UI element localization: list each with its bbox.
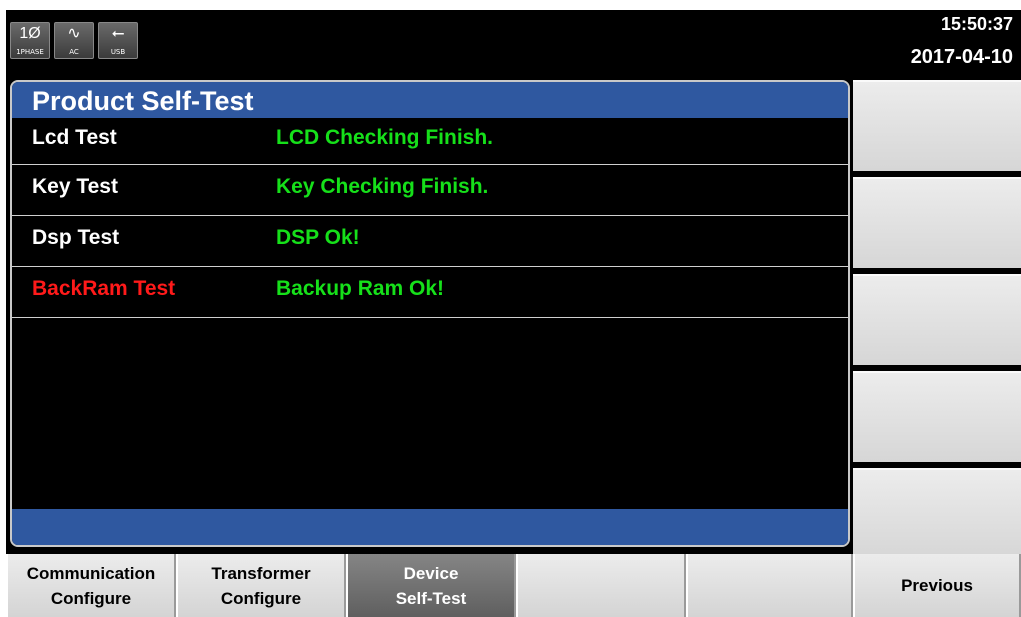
- usb-icon: ⭠ USB: [98, 22, 138, 59]
- previous-button[interactable]: Previous: [853, 554, 1021, 617]
- test-result: LCD Checking Finish.: [276, 126, 494, 149]
- test-name: Dsp Test: [32, 226, 120, 249]
- phase-icon-glyph: 1Ø: [19, 25, 41, 42]
- fkey-label-line2: Configure: [50, 588, 132, 608]
- usb-icon-caption: USB: [110, 48, 126, 56]
- communication-configure-button[interactable]: Communication Configure: [6, 554, 176, 617]
- status-icons: 1Ø 1PHASE ∿ AC ⭠ USB: [10, 22, 138, 59]
- softkey-1[interactable]: [853, 80, 1021, 171]
- softkey-column: [853, 80, 1021, 565]
- panel-title: Product Self-Test: [12, 82, 848, 118]
- softkey-2[interactable]: [853, 177, 1021, 268]
- clock: 15:50:37 2017-04-10: [911, 12, 1013, 72]
- fkey-label-line1: Transformer: [211, 563, 311, 583]
- fkey-label-line2: Self-Test: [395, 588, 467, 608]
- ac-wave-icon-glyph: ∿: [67, 25, 81, 42]
- instrument-screen: 1Ø 1PHASE ∿ AC ⭠ USB 15:50:37 2017-04-10…: [6, 10, 1021, 617]
- test-row-lcd: Lcd Test LCD Checking Finish.: [12, 118, 848, 165]
- softkey-5[interactable]: [853, 468, 1021, 559]
- test-result: Key Checking Finish.: [276, 175, 489, 198]
- ac-wave-icon: ∿ AC: [54, 22, 94, 59]
- fkey-label-line1: Communication: [26, 563, 156, 583]
- test-row-key: Key Test Key Checking Finish.: [12, 165, 848, 216]
- softkey-4[interactable]: [853, 371, 1021, 462]
- status-bar: 1Ø 1PHASE ∿ AC ⭠ USB 15:50:37 2017-04-10: [6, 10, 1021, 78]
- softkey-3[interactable]: [853, 274, 1021, 365]
- clock-date: 2017-04-10: [910, 46, 1013, 68]
- usb-icon-glyph: ⭠: [111, 25, 125, 42]
- transformer-configure-button[interactable]: Transformer Configure: [176, 554, 346, 617]
- fkey-label-line1: Previous: [901, 576, 973, 595]
- device-self-test-button[interactable]: Device Self-Test: [346, 554, 516, 617]
- ac-wave-icon-caption: AC: [69, 48, 79, 56]
- self-test-panel: Product Self-Test Lcd Test LCD Checking …: [10, 80, 850, 547]
- test-name: BackRam Test: [32, 277, 176, 300]
- test-result: Backup Ram Ok!: [276, 277, 445, 300]
- test-name: Key Test: [32, 175, 118, 198]
- test-result: DSP Ok!: [276, 226, 360, 249]
- fkey-5-button[interactable]: [686, 554, 853, 617]
- fkey-label-line1: Device: [403, 563, 459, 583]
- test-row-backram: BackRam Test Backup Ram Ok!: [12, 267, 848, 318]
- test-name: Lcd Test: [32, 126, 117, 149]
- function-key-bar: Communication Configure Transformer Conf…: [6, 554, 1021, 617]
- phase-icon-caption: 1PHASE: [16, 48, 44, 56]
- phase-icon: 1Ø 1PHASE: [10, 22, 50, 59]
- test-row-dsp: Dsp Test DSP Ok!: [12, 216, 848, 267]
- panel-footer-bar: [12, 509, 848, 545]
- fkey-4-button[interactable]: [516, 554, 686, 617]
- clock-time: 15:50:37: [940, 14, 1013, 34]
- fkey-label-line2: Configure: [220, 588, 302, 608]
